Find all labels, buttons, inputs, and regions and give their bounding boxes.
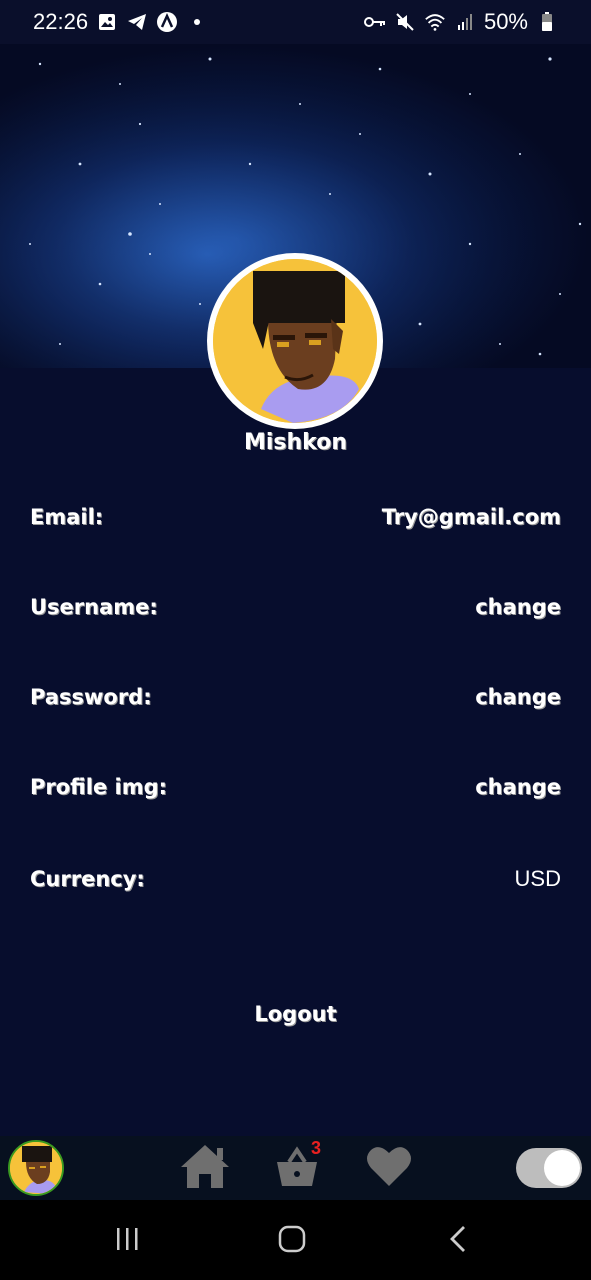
password-label: Password: bbox=[30, 685, 152, 709]
profile-name: Mishkon bbox=[243, 430, 347, 455]
status-time: 22:26 bbox=[33, 9, 89, 34]
wifi-icon bbox=[424, 11, 446, 33]
battery-percent: 50% bbox=[483, 9, 528, 34]
cart-badge: 3 bbox=[310, 1138, 321, 1158]
status-bar: 22:26 50% bbox=[0, 0, 591, 44]
email-value: Try@gmail.com bbox=[381, 505, 561, 529]
home-circle-icon bbox=[277, 1224, 307, 1258]
signal-icon bbox=[454, 11, 476, 33]
currency-row: Currency: USD bbox=[30, 866, 561, 892]
mute-icon bbox=[394, 11, 416, 33]
username-label: Username: bbox=[30, 595, 158, 619]
home-button[interactable] bbox=[179, 1144, 231, 1192]
bottom-nav: 3 bbox=[0, 1136, 591, 1200]
battery-icon bbox=[536, 11, 558, 33]
change-username-button[interactable]: change bbox=[475, 595, 561, 619]
key-icon bbox=[363, 11, 386, 33]
theme-toggle[interactable] bbox=[516, 1148, 582, 1188]
currency-label: Currency: bbox=[30, 867, 145, 891]
nav-avatar[interactable] bbox=[8, 1140, 64, 1196]
recent-apps-button[interactable] bbox=[107, 1224, 147, 1258]
recent-apps-icon bbox=[112, 1226, 142, 1256]
profile-avatar[interactable] bbox=[207, 253, 383, 429]
email-row: Email: Try@gmail.com bbox=[30, 505, 561, 529]
change-profile-img-button[interactable]: change bbox=[475, 775, 561, 799]
image-icon bbox=[96, 11, 118, 33]
toggle-knob bbox=[544, 1150, 580, 1186]
chevron-left-icon bbox=[448, 1224, 468, 1258]
cart-button[interactable]: 3 bbox=[271, 1138, 323, 1192]
change-password-button[interactable]: change bbox=[475, 685, 561, 709]
heart-icon bbox=[365, 1144, 413, 1192]
system-nav-bar bbox=[0, 1200, 591, 1280]
avatar-image bbox=[213, 259, 377, 423]
username-row: Username: change bbox=[30, 595, 561, 619]
back-button[interactable] bbox=[438, 1224, 478, 1258]
favorites-button[interactable] bbox=[363, 1144, 415, 1192]
dot-icon bbox=[186, 11, 208, 33]
email-label: Email: bbox=[30, 505, 104, 529]
home-system-button[interactable] bbox=[272, 1224, 312, 1258]
profile-img-label: Profile img: bbox=[30, 775, 168, 799]
home-icon bbox=[179, 1142, 231, 1194]
a-circle-icon bbox=[156, 11, 178, 33]
profile-img-row: Profile img: change bbox=[30, 775, 561, 799]
logout-button[interactable]: Logout bbox=[0, 1002, 591, 1026]
password-row: Password: change bbox=[30, 685, 561, 709]
telegram-icon bbox=[126, 11, 148, 33]
currency-select[interactable]: USD bbox=[515, 866, 561, 892]
